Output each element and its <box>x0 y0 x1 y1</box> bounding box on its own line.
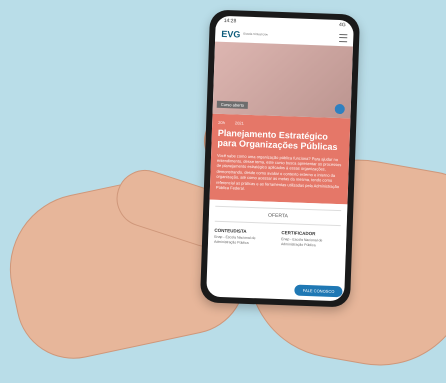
course-tag: Curso aberto <box>216 100 249 109</box>
hero-image: Curso aberto <box>212 41 353 119</box>
photo-scene: 14:28 4G EVG Escola Virtual.Gov Curso ab… <box>0 0 446 383</box>
brand-mark: EVG <box>221 28 241 40</box>
course-title: Planejamento Estratégico para Organizaçõ… <box>217 127 338 153</box>
offer-section-title: OFERTA <box>214 206 342 227</box>
phone-screen: 14:28 4G EVG Escola Virtual.Gov Curso ab… <box>206 15 354 302</box>
credits-columns: CONTEUDISTA Enap - Escola Nacional de Ad… <box>214 228 340 248</box>
meta-year: 2021 <box>234 120 244 126</box>
certificador-column: CERTIFICADOR Enap - Escola Nacional de A… <box>281 231 341 249</box>
course-info: 20h 2021 Planejamento Estratégico para O… <box>209 113 351 205</box>
certificador-text: Enap - Escola Nacional de Administração … <box>280 237 323 248</box>
share-icon[interactable] <box>334 103 345 115</box>
course-description: Você sabe como uma organização pública f… <box>215 152 342 191</box>
brand-subtitle: Escola Virtual.Gov <box>243 31 269 37</box>
brand-logo[interactable]: EVG Escola Virtual.Gov <box>221 29 268 41</box>
status-left: 14:28 <box>223 17 237 25</box>
conteudista-heading: CONTEUDISTA <box>214 228 247 235</box>
status-right: 4G <box>338 21 346 29</box>
menu-icon[interactable] <box>339 33 348 43</box>
chat-button[interactable]: FALE CONOSCO <box>294 284 343 298</box>
certificador-heading: CERTIFICADOR <box>281 230 316 237</box>
meta-hours: 20h <box>218 119 225 126</box>
course-details: OFERTA CONTEUDISTA Enap - Escola Naciona… <box>207 199 348 255</box>
smartphone: 14:28 4G EVG Escola Virtual.Gov Curso ab… <box>199 9 361 308</box>
conteudista-column: CONTEUDISTA Enap - Escola Nacional de Ad… <box>214 228 274 246</box>
conteudista-text: Enap - Escola Nacional de Administração … <box>213 235 256 245</box>
